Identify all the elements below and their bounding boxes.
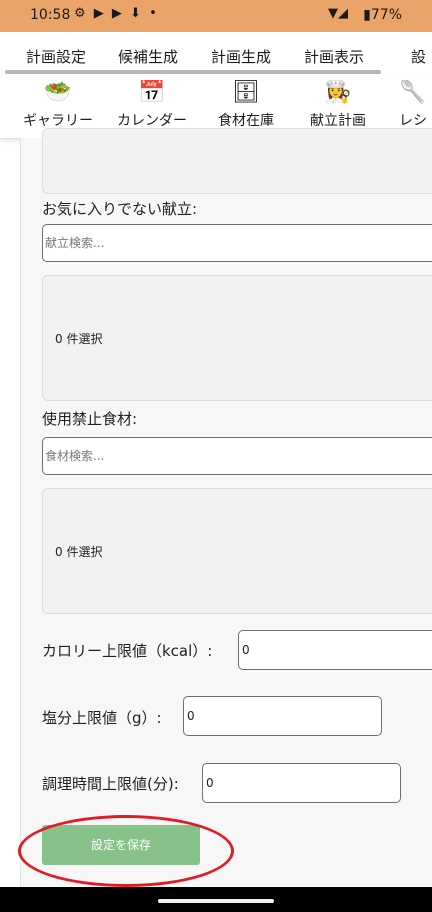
cook-time-label: 調理時間上限値(分): (42, 775, 179, 793)
nav-gallery[interactable]: 🥗 ギャラリー (18, 80, 98, 130)
disliked-search-input[interactable]: 献立検索... (42, 224, 432, 262)
nav-meal-plan-label: 献立計画 (310, 113, 366, 129)
tab-plan-settings[interactable]: 計画設定 (26, 46, 86, 67)
nav-inventory[interactable]: 🗄 食材在庫 (211, 80, 281, 130)
top-tab-scrollbar[interactable] (5, 70, 381, 74)
salt-label: 塩分上限値（g）: (42, 709, 162, 727)
disliked-label: お気に入りでない献立: (42, 200, 198, 218)
disliked-selected-count: 0 件選択 (55, 332, 103, 346)
banned-multiselect[interactable]: 0 件選択 ⌄ (42, 488, 432, 614)
tab-plan-generation[interactable]: 計画生成 (211, 46, 271, 67)
nav-meal-plan[interactable]: 👩‍🍳 献立計画 (303, 80, 373, 130)
salt-input[interactable]: 0 (183, 696, 382, 736)
cook-time-input[interactable]: 0 (202, 763, 401, 803)
signal-icon: ▼◢ (328, 6, 348, 21)
nav-recipe-label: レシ (399, 113, 427, 129)
calendar-icon: 📅 (138, 80, 166, 105)
calorie-input[interactable]: 0 (238, 630, 432, 670)
salad-icon: 🥗 (44, 80, 72, 105)
nav-calendar-label: カレンダー (117, 113, 187, 129)
status-bar: 10:58 ⚙ ▶ ▶ ⬇ • ▼◢ ▮77% (0, 0, 432, 32)
status-time: 10:58 (30, 7, 71, 23)
spoon-icon: 🥄 (399, 80, 427, 105)
previous-select-box[interactable] (42, 128, 432, 194)
calorie-label: カロリー上限値（kcal）: (42, 642, 213, 660)
disliked-multiselect[interactable]: 0 件選択 ⌄ (42, 275, 432, 401)
banned-selected-count: 0 件選択 (55, 545, 103, 559)
battery-indicator: ▮77% (363, 7, 402, 23)
android-nav-bar (0, 887, 432, 912)
file-cabinet-icon: 🗄 (232, 80, 260, 105)
tab-candidate-generation[interactable]: 候補生成 (118, 46, 178, 67)
tab-plan-display[interactable]: 計画表示 (304, 46, 364, 67)
nav-calendar[interactable]: 📅 カレンダー (111, 80, 193, 130)
nav-gallery-label: ギャラリー (23, 113, 93, 129)
chef-icon: 👩‍🍳 (324, 80, 352, 105)
banned-search-input[interactable]: 食材検索... (42, 437, 432, 475)
status-notification-icons: ⚙ ▶ ▶ ⬇ • (74, 6, 159, 21)
annotation-circle (18, 815, 234, 887)
home-gesture-handle[interactable] (158, 899, 274, 903)
nav-recipe[interactable]: 🥄 レシ (393, 80, 432, 130)
banned-label: 使用禁止食材: (42, 410, 138, 428)
nav-inventory-label: 食材在庫 (218, 113, 274, 129)
tab-settings[interactable]: 設 (411, 46, 426, 67)
